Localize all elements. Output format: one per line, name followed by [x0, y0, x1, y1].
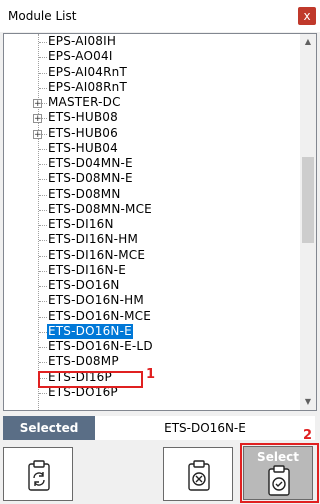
tree-item-label: EPS-AI08IH: [48, 34, 117, 48]
tree-item-label: ETS-DI16N-E: [48, 262, 126, 277]
tree-item-label: EPS-AI04RnT: [48, 64, 127, 79]
expand-icon[interactable]: +: [33, 129, 42, 139]
tree-item-label: ETS-DO16N-E-LD: [48, 339, 153, 353]
tree-item[interactable]: ETS-DO16N-E: [4, 323, 299, 340]
tree-branch-line: [39, 362, 47, 364]
tree-branch-line: [39, 270, 47, 272]
tree-branch-line: [39, 316, 47, 318]
scrollbar-thumb[interactable]: [302, 157, 314, 243]
clipboard-cancel-icon: [188, 460, 210, 491]
tree-item-label: ETS-D08MP: [48, 354, 119, 369]
tree-branch-line: [39, 148, 47, 150]
tree-branch-line: [39, 392, 47, 394]
tree-item[interactable]: EPS-AO04I: [4, 49, 299, 65]
tree-item-label: ETS-D04MN-E: [48, 156, 133, 170]
tree-item[interactable]: + MASTER-DC: [4, 95, 299, 111]
tree-item-label: ETS-D08MN: [48, 186, 121, 201]
tree-item-label: ETS-DI16N: [48, 217, 114, 231]
tree-branch-line: [39, 42, 47, 43]
tree-item-label: ETS-HUB08: [48, 110, 118, 125]
tree-item[interactable]: + ETS-HUB06: [4, 125, 299, 142]
tree-content: EPS-AI08IH EPS-AO04I EPS-AI04RnT EPS-AI08Rn…: [4, 34, 299, 410]
tree-item[interactable]: ETS-DO16P: [4, 385, 299, 401]
selected-bar: Selected ETS-DO16N-E: [3, 416, 315, 440]
selection-highlight-box: [38, 371, 143, 388]
tree-branch-line: [39, 225, 47, 226]
tree-item-label: ETS-DO16N-E: [47, 323, 133, 339]
tree-item[interactable]: EPS-AI04RnT: [4, 64, 299, 81]
tree-item-label: EPS-AO04I: [48, 49, 113, 64]
tree-item[interactable]: + ETS-HUB08: [4, 110, 299, 126]
tree-item-label: ETS-DO16N: [48, 278, 120, 292]
vertical-scrollbar[interactable]: ▲ ▼: [300, 34, 316, 410]
tree-branch-line: [39, 347, 47, 348]
tree-item-label: ETS-DI16N-HM: [48, 232, 138, 247]
tree-branch-line: [39, 331, 47, 333]
tree-item[interactable]: EPS-AI08IH: [4, 34, 299, 50]
tree-item[interactable]: ETS-DO16N: [4, 278, 299, 294]
tree-item[interactable]: ETS-D08MN-MCE: [4, 201, 299, 218]
expand-icon[interactable]: +: [33, 114, 42, 124]
reload-button[interactable]: [3, 447, 73, 501]
tree-branch-line: [39, 301, 47, 303]
select-highlight-box: [240, 443, 319, 503]
tree-branch-line: [39, 72, 47, 74]
window-title: Module List: [8, 9, 77, 23]
expand-icon[interactable]: +: [33, 99, 42, 109]
tree-item[interactable]: ETS-DO16N-E-LD: [4, 339, 299, 355]
tree-item-label: ETS-D08MN-MCE: [48, 201, 152, 216]
tree-item[interactable]: ETS-D08MN-E: [4, 171, 299, 187]
tree-item[interactable]: ETS-DI16N-HM: [4, 232, 299, 248]
tree-branch-line: [39, 194, 47, 196]
tree-item-label: EPS-AI08RnT: [48, 79, 127, 94]
tree-branch-line: [39, 286, 47, 287]
tree-item[interactable]: ETS-DI16N: [4, 217, 299, 233]
tree-item[interactable]: ETS-DO16N-HM: [4, 293, 299, 309]
tree-branch-line: [39, 240, 47, 242]
tree-item[interactable]: EPS-AI08RnT: [4, 79, 299, 96]
tree-branch-line: [39, 255, 47, 257]
tree-branch-line: [39, 179, 47, 181]
tree-item-label: ETS-HUB06: [48, 125, 118, 140]
tree-item-label: ETS-HUB04: [48, 140, 118, 155]
tree-item-label: ETS-D08MN-E: [48, 171, 133, 186]
title-bar: Module List x: [0, 0, 320, 32]
selected-value: ETS-DO16N-E: [164, 421, 246, 435]
tree-item[interactable]: ETS-DI16N-MCE: [4, 247, 299, 264]
tree-item[interactable]: ETS-D04MN-E: [4, 156, 299, 172]
tree-item[interactable]: ETS-DO16N-MCE: [4, 308, 299, 325]
cancel-button[interactable]: [163, 447, 233, 501]
tree-item[interactable]: ETS-DI16N-E: [4, 262, 299, 279]
tree-branch-line: [39, 87, 47, 89]
annotation-marker-2: 2: [303, 428, 313, 443]
annotation-marker-1: 1: [146, 367, 156, 382]
tree-item-label: ETS-DI16N-MCE: [48, 247, 146, 262]
module-tree[interactable]: EPS-AI08IH EPS-AO04I EPS-AI04RnT EPS-AI08Rn…: [3, 33, 317, 411]
clipboard-refresh-icon: [28, 460, 50, 491]
tree-branch-line: [39, 164, 47, 165]
tree-item-label: ETS-DO16N-MCE: [48, 308, 152, 323]
tree-item-label: ETS-DO16N-HM: [48, 293, 144, 308]
tree-item-label: MASTER-DC: [48, 95, 121, 109]
close-button[interactable]: x: [298, 7, 316, 25]
tree-item[interactable]: ETS-D08MN: [4, 186, 299, 203]
tree-branch-line: [39, 57, 47, 59]
tree-item[interactable]: ETS-HUB04: [4, 140, 299, 157]
tree-branch-line: [39, 209, 47, 211]
selected-label: Selected: [3, 416, 95, 440]
scroll-up-icon[interactable]: ▲: [300, 34, 316, 50]
scroll-down-icon[interactable]: ▼: [300, 394, 316, 410]
